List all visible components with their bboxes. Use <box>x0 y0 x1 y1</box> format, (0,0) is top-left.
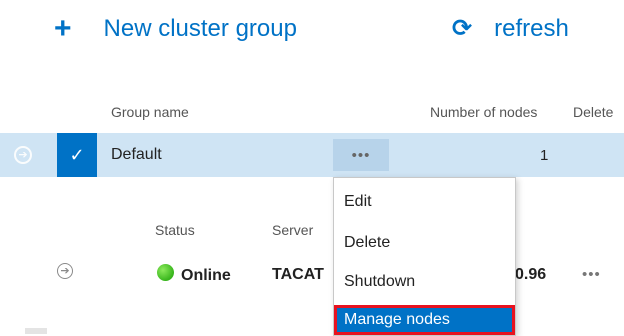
menu-item-delete[interactable]: Delete <box>334 231 515 255</box>
node-count-cell: 1 <box>540 147 549 164</box>
node-version-cell: 0.96 <box>515 266 547 283</box>
plus-icon: + <box>54 12 72 45</box>
node-server-cell: TACAT <box>272 266 324 283</box>
new-cluster-group-label: New cluster group <box>103 15 297 42</box>
circle-arrow-icon: ➔ <box>14 146 32 164</box>
column-header-delete[interactable]: Delete <box>573 104 624 120</box>
checkmark-icon: ✓ <box>69 144 85 165</box>
ellipsis-icon: ••• <box>351 146 371 164</box>
column-header-server[interactable]: Server <box>272 222 313 238</box>
new-cluster-group-button[interactable]: + New cluster group <box>54 14 297 44</box>
status-online-icon <box>157 264 174 281</box>
refresh-button[interactable]: ⟳ refresh <box>452 14 569 44</box>
circle-arrow-icon[interactable]: ➔ <box>57 263 73 279</box>
partial-scroll-element <box>25 328 47 334</box>
row-actions-button[interactable]: ••• <box>333 139 389 171</box>
expand-row-button[interactable]: ➔ <box>0 133 46 177</box>
menu-item-edit[interactable]: Edit <box>334 190 515 214</box>
menu-item-manage-nodes[interactable]: Manage nodes <box>334 305 515 335</box>
node-status-cell: Online <box>181 267 231 284</box>
refresh-icon: ⟳ <box>452 15 473 42</box>
row-select-checkbox[interactable]: ✓ <box>57 133 97 177</box>
column-header-status[interactable]: Status <box>155 222 195 238</box>
group-name-cell: Default <box>111 146 162 163</box>
refresh-label: refresh <box>494 15 569 42</box>
node-actions-button[interactable]: ••• <box>582 266 601 283</box>
column-header-group-name[interactable]: Group name <box>111 104 189 120</box>
menu-item-shutdown[interactable]: Shutdown <box>334 270 515 294</box>
context-menu: Edit Delete Shutdown Manage nodes <box>333 177 516 336</box>
column-header-number-of-nodes[interactable]: Number of nodes <box>430 104 537 120</box>
table-row-default-group[interactable]: ➔ ✓ Default ••• 1 <box>0 133 624 177</box>
